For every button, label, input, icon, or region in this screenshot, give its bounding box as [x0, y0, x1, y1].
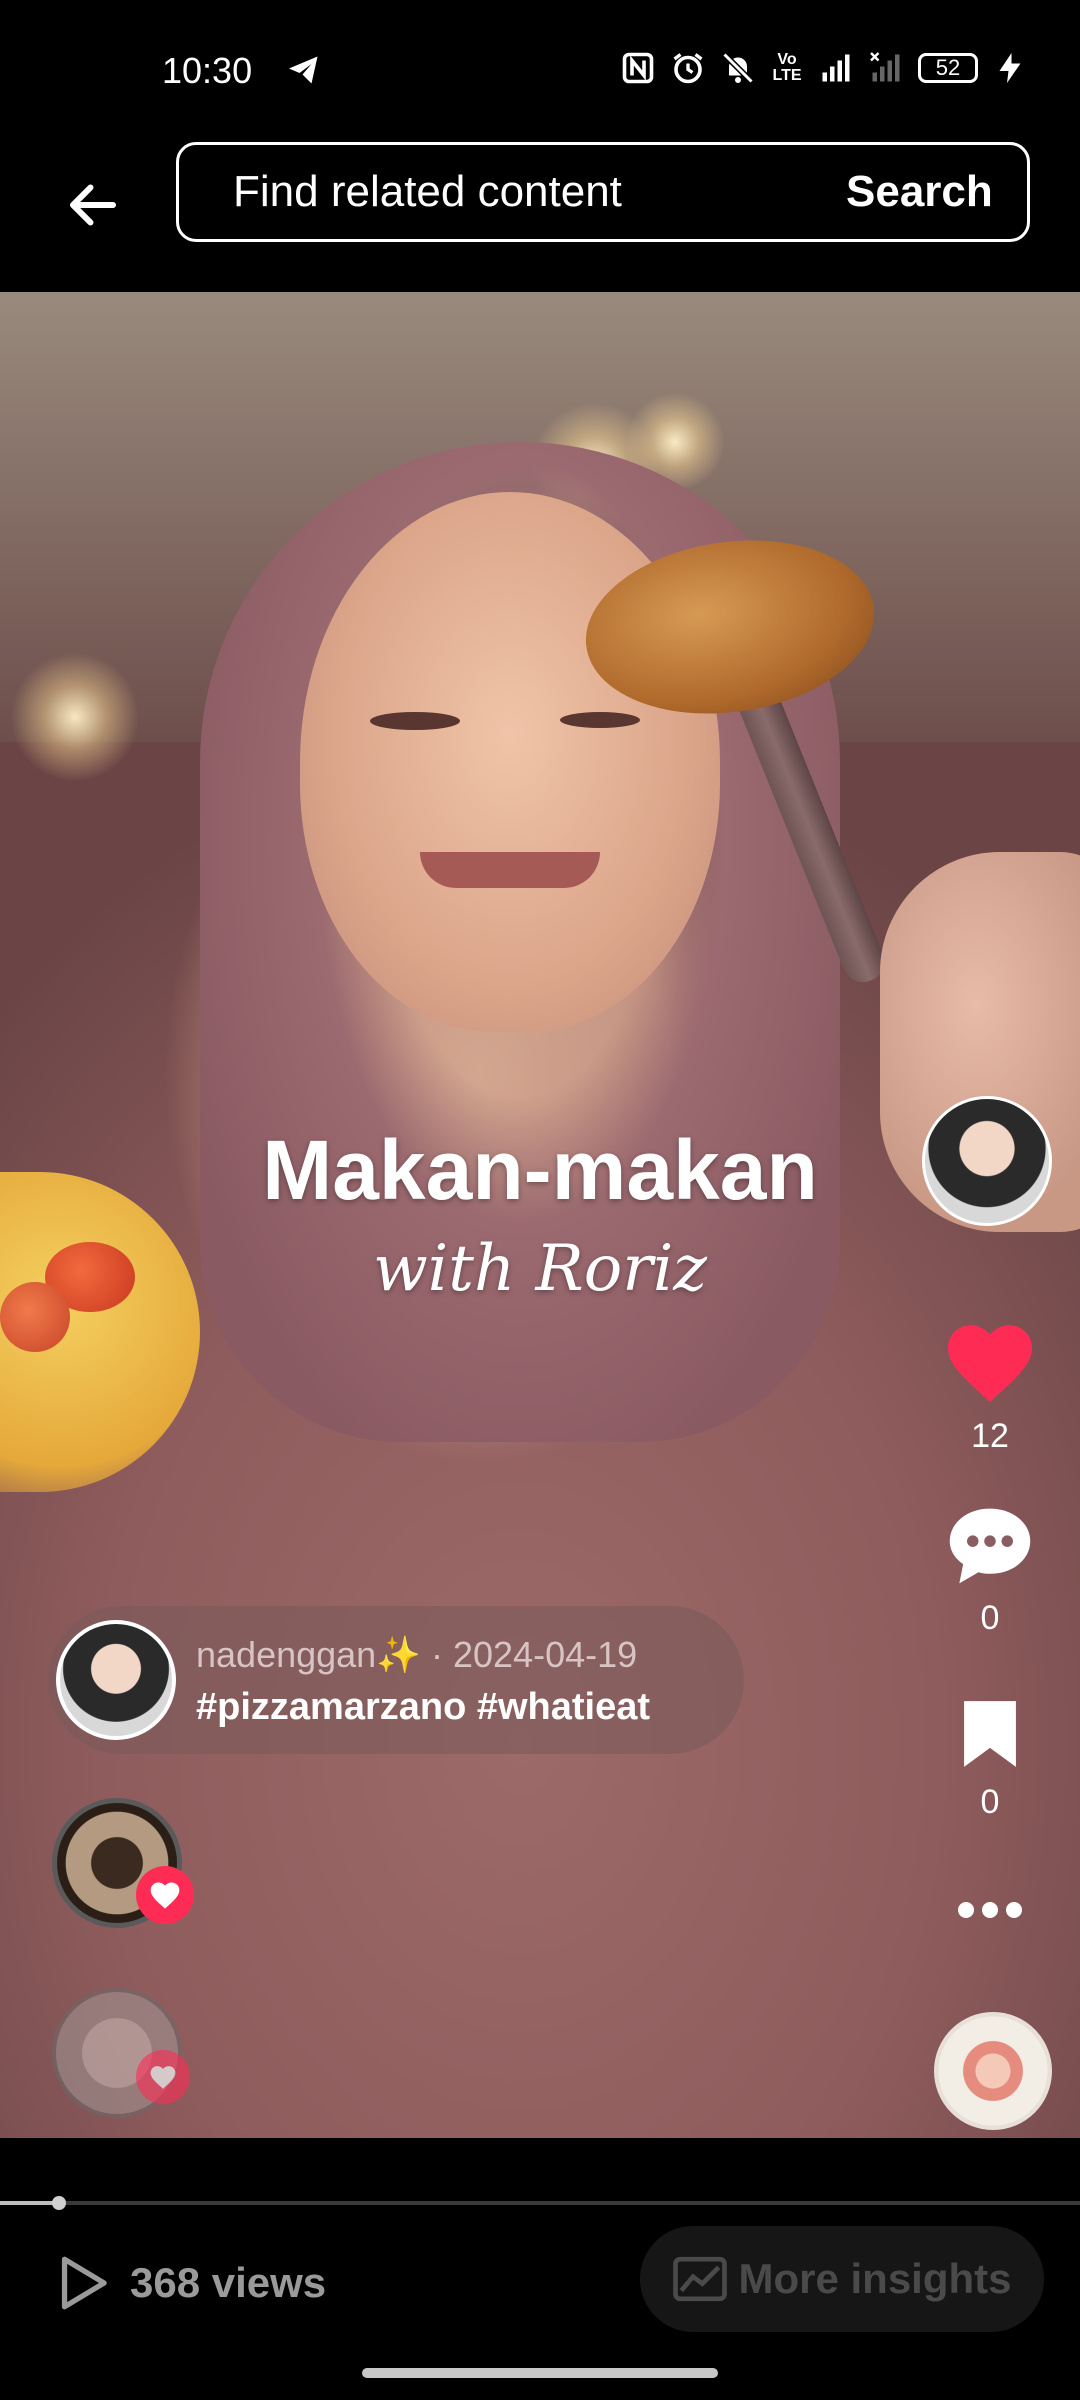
- play-icon: [61, 2256, 107, 2310]
- battery-indicator: 52: [918, 53, 978, 83]
- lamp-light: [10, 652, 140, 782]
- volte-icon: Vo LTE: [772, 51, 802, 84]
- heart-icon: [150, 1882, 180, 1909]
- charging-icon: [999, 53, 1021, 83]
- like-button[interactable]: 12: [930, 1318, 1050, 1456]
- caption-hashtags[interactable]: #pizzamarzano #whatieat: [196, 1686, 650, 1729]
- telegram-icon: [289, 56, 318, 84]
- liked-badge: [136, 1866, 194, 1924]
- top-bar: Search: [0, 140, 1080, 290]
- progress-fill: [0, 2201, 60, 2205]
- more-insights-label: More insights: [738, 2255, 1012, 2302]
- status-icons: Vo LTE 52: [620, 50, 1028, 86]
- liked-badge: [136, 2050, 190, 2104]
- back-button[interactable]: [58, 170, 128, 240]
- caption-user-date[interactable]: nadenggan✨ · 2024-04-19: [196, 1634, 637, 1676]
- music-disc[interactable]: [934, 2012, 1052, 2130]
- search-input[interactable]: [231, 166, 810, 218]
- person-eye: [560, 712, 640, 728]
- save-count: 0: [980, 1783, 1000, 1821]
- like-count: 12: [971, 1417, 1009, 1455]
- progress-bar[interactable]: [0, 2196, 1080, 2210]
- chart-icon: [673, 2256, 728, 2302]
- home-indicator: [362, 2368, 718, 2378]
- caption-avatar[interactable]: [56, 1620, 176, 1740]
- nfc-icon: [622, 52, 654, 84]
- more-dots-icon: [958, 1902, 1022, 1918]
- comment-button[interactable]: 0: [930, 1502, 1050, 1638]
- signal-4g-icon: [822, 54, 850, 82]
- status-bar: 10:30 Vo LTE 52: [0, 0, 1080, 140]
- person-smile: [420, 852, 600, 888]
- caption-card[interactable]: nadenggan✨ · 2024-04-19 #pizzamarzano #w…: [48, 1606, 744, 1754]
- comment-count: 0: [980, 1599, 1000, 1637]
- creator-avatar[interactable]: [922, 1096, 1052, 1226]
- views-text: 368 views: [130, 2259, 327, 2306]
- comment-icon: [949, 1508, 1031, 1584]
- search-bar: Search: [176, 142, 1030, 242]
- person-eye: [370, 712, 460, 730]
- more-insights-button[interactable]: More insights: [640, 2226, 1044, 2332]
- more-options-button[interactable]: [930, 1890, 1050, 1935]
- save-button[interactable]: 0: [930, 1696, 1050, 1822]
- progress-knob[interactable]: [52, 2196, 67, 2210]
- signal-empty-icon: [870, 52, 900, 82]
- heart-icon: [150, 2066, 176, 2089]
- video-title-overlay: Makan-makan: [262, 1123, 818, 1217]
- video-subtitle-overlay: with Roriz: [372, 1232, 708, 1306]
- back-arrow-icon: [70, 184, 116, 226]
- bottom-bar: 368 views More insights: [0, 2138, 1080, 2400]
- views-counter[interactable]: 368 views: [56, 2254, 326, 2312]
- search-button[interactable]: Search: [810, 167, 1029, 217]
- mute-icon: [722, 52, 754, 84]
- heart-icon: [948, 1325, 1032, 1402]
- bookmark-icon: [964, 1701, 1016, 1767]
- status-time: 10:30: [162, 50, 253, 91]
- alarm-icon: [673, 53, 703, 84]
